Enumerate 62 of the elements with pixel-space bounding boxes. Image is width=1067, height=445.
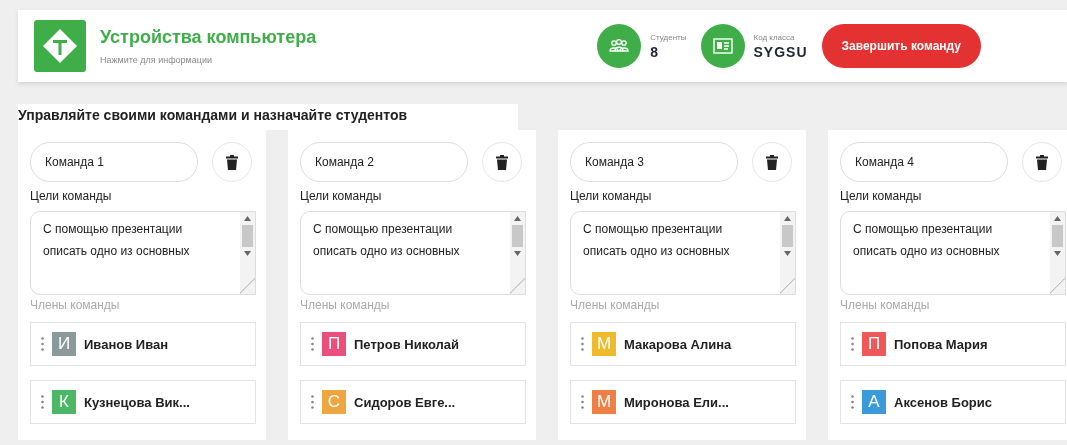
goals-label: Цели команды [300,189,383,203]
drag-handle-icon[interactable] [41,395,44,409]
avatar: П [862,332,886,356]
avatar: С [322,390,346,414]
delete-icon[interactable] [212,142,252,182]
drag-handle-icon[interactable] [581,337,584,351]
group-icon [597,24,642,68]
members-label: Члены команды [570,298,661,312]
goals-label: Цели команды [840,189,923,203]
member-card[interactable]: М Миронова Ели... [570,380,796,424]
avatar: А [862,390,886,414]
member-name: Петров Николай [354,336,460,352]
members-label: Члены команды [840,298,931,312]
members-label: Члены команды [30,298,121,312]
goals-field[interactable]: С помощью презентации описать одно из основных [570,211,796,295]
member-card[interactable]: П Попова Мария [840,322,1066,366]
drag-handle-icon[interactable] [311,395,314,409]
stat-value: 8 [650,43,661,60]
team-name-field[interactable]: Команда 1 [30,142,198,182]
avatar: М [592,332,616,356]
member-card[interactable]: К Кузнецова Вик... [30,380,256,424]
goals-label: Цели команды [30,189,113,203]
member-card[interactable]: А Аксенов Борис [840,380,1066,424]
team-name-field[interactable]: Команда 2 [300,142,468,182]
member-name: Кузнецова Вик... [84,394,190,410]
drag-handle-icon[interactable] [41,337,44,351]
goals-field[interactable]: С помощью презентации описать одно из основных [300,211,526,295]
goals-field[interactable]: С помощью презентации описать одно из основных [30,211,256,295]
stat-value: SYGSU [753,43,808,60]
logo-icon [34,20,86,72]
delete-icon[interactable] [482,142,522,182]
member-card[interactable]: М Макарова Алина [570,322,796,366]
member-name: Иванов Иван [84,336,169,352]
stat-label: Код класса [753,32,796,42]
member-name: Макарова Алина [624,336,732,352]
avatar: И [52,332,76,356]
goals-label: Цели команды [570,189,653,203]
member-card[interactable]: П Петров Николай [300,322,526,366]
member-card[interactable]: И Иванов Иван [30,322,256,366]
member-name: Аксенов Борис [894,394,993,410]
team-name-field[interactable]: Команда 4 [840,142,1008,182]
drag-handle-icon[interactable] [581,395,584,409]
member-name: Миронова Ели... [624,394,729,410]
member-name: Сидоров Евге... [354,394,456,410]
goals-field[interactable]: С помощью презентации описать одно из основных [840,211,1066,295]
member-card[interactable]: С Сидоров Евге... [300,380,526,424]
member-name: Попова Мария [894,336,988,352]
section-heading: Управляйте своими командами и назначайте студентов [18,104,518,130]
drag-handle-icon[interactable] [851,337,854,351]
drag-handle-icon[interactable] [311,337,314,351]
drag-handle-icon[interactable] [851,395,854,409]
team-name-field[interactable]: Команда 3 [570,142,738,182]
avatar: К [52,390,76,414]
info-hint: Нажмите для информации [100,55,213,65]
end-team-button[interactable]: Завершить команду [821,24,981,68]
avatar: П [322,332,346,356]
id-card-icon [700,24,745,68]
stat-label: Студенты [650,32,687,42]
delete-icon[interactable] [752,142,792,182]
delete-icon[interactable] [1022,142,1062,182]
members-label: Члены команды [300,298,391,312]
avatar: М [592,390,616,414]
